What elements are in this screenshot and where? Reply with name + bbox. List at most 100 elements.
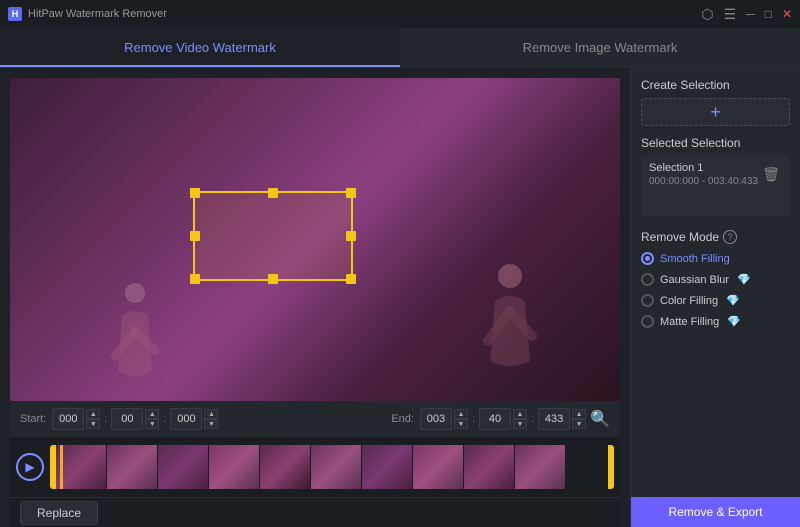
handle-top-right[interactable] xyxy=(346,188,356,198)
app-icon: H xyxy=(8,7,22,21)
end-hours-up[interactable]: ▲ xyxy=(454,409,468,419)
selection-box[interactable] xyxy=(193,191,353,281)
list-item: Selection 1 000:00:000 - 003:40:433 🗑 xyxy=(641,156,790,193)
search-button[interactable]: 🔍 xyxy=(590,409,610,429)
start-minutes[interactable] xyxy=(111,408,143,430)
end-hours[interactable] xyxy=(420,408,452,430)
play-button[interactable]: ▶ xyxy=(16,453,44,481)
create-selection-button[interactable]: + xyxy=(641,98,790,126)
mode-smooth-label: Smooth Filling xyxy=(660,253,730,265)
create-selection-section: Create Selection + xyxy=(641,78,790,126)
selection-list: Selection 1 000:00:000 - 003:40:433 🗑 xyxy=(641,156,790,216)
delete-selection-button[interactable]: 🗑 xyxy=(760,164,782,185)
bottom-bar: Replace xyxy=(10,497,620,527)
minimize-icon[interactable]: ─ xyxy=(746,7,755,21)
timeline-end-marker xyxy=(608,445,614,489)
timeline-track[interactable] xyxy=(50,445,614,489)
handle-top-mid[interactable] xyxy=(268,188,278,198)
remove-mode-section: Remove Mode ? Smooth Filling Gaussian Bl… xyxy=(641,230,790,336)
start-seconds-down[interactable]: ▼ xyxy=(204,419,218,429)
app-title: HitPaw Watermark Remover xyxy=(28,8,167,20)
video-container xyxy=(10,78,620,401)
remove-mode-title: Remove Mode ? xyxy=(641,230,790,244)
radio-matte xyxy=(641,315,654,328)
selection-item-info: Selection 1 000:00:000 - 003:40:433 xyxy=(649,162,758,187)
handle-mid-left[interactable] xyxy=(190,231,200,241)
selected-selection-section: Selected Selection Selection 1 000:00:00… xyxy=(641,136,790,216)
end-minutes-down[interactable]: ▼ xyxy=(513,419,527,429)
handle-top-left[interactable] xyxy=(190,188,200,198)
handle-bottom-right[interactable] xyxy=(346,274,356,284)
end-minutes-spin[interactable]: ▲ ▼ xyxy=(513,409,527,429)
start-hours-down[interactable]: ▼ xyxy=(86,419,100,429)
mode-color-label: Color Filling xyxy=(660,295,718,307)
replace-button[interactable]: Replace xyxy=(20,501,98,525)
end-minutes[interactable] xyxy=(479,408,511,430)
mode-smooth-filling[interactable]: Smooth Filling xyxy=(641,252,790,265)
video-background xyxy=(10,78,620,401)
menu-icon[interactable]: ☰ xyxy=(724,6,737,23)
start-minutes-up[interactable]: ▲ xyxy=(145,409,159,419)
selection-item-name: Selection 1 xyxy=(649,162,758,174)
start-seconds-spin[interactable]: ▲ ▼ xyxy=(204,409,218,429)
close-icon[interactable]: ✕ xyxy=(782,7,792,21)
start-minutes-spin[interactable]: ▲ ▼ xyxy=(145,409,159,429)
radio-smooth xyxy=(641,252,654,265)
main-content: Start: ▲ ▼ : ▲ ▼ : ▲ ▼ xyxy=(0,68,800,527)
title-bar-icons: ⬡ ☰ ─ □ ✕ xyxy=(701,6,792,23)
controls-bar: Start: ▲ ▼ : ▲ ▼ : ▲ ▼ xyxy=(10,401,620,437)
title-bar: H HitPaw Watermark Remover ⬡ ☰ ─ □ ✕ xyxy=(0,0,800,28)
help-icon[interactable]: ? xyxy=(723,230,737,244)
handle-mid-right[interactable] xyxy=(346,231,356,241)
mode-color-filling[interactable]: Color Filling 💎 xyxy=(641,294,790,307)
handle-bottom-left[interactable] xyxy=(190,274,200,284)
thumb-9 xyxy=(464,445,514,489)
start-hours[interactable] xyxy=(52,408,84,430)
video-panel: Start: ▲ ▼ : ▲ ▼ : ▲ ▼ xyxy=(0,68,630,527)
thumb-3 xyxy=(158,445,208,489)
tab-remove-video[interactable]: Remove Video Watermark xyxy=(0,28,400,67)
tab-remove-image[interactable]: Remove Image Watermark xyxy=(400,28,800,67)
figure-right xyxy=(480,261,540,381)
thumb-7 xyxy=(362,445,412,489)
end-seconds-down[interactable]: ▼ xyxy=(572,419,586,429)
start-time-group: ▲ ▼ : ▲ ▼ : ▲ ▼ xyxy=(52,408,218,430)
handle-bottom-mid[interactable] xyxy=(268,274,278,284)
end-seconds-up[interactable]: ▲ xyxy=(572,409,586,419)
maximize-icon[interactable]: □ xyxy=(765,7,772,21)
end-minutes-up[interactable]: ▲ xyxy=(513,409,527,419)
premium-icon-gaussian: 💎 xyxy=(737,273,751,286)
tab-bar: Remove Video Watermark Remove Image Wate… xyxy=(0,28,800,68)
premium-icon-color: 💎 xyxy=(726,294,740,307)
start-hours-spin[interactable]: ▲ ▼ xyxy=(86,409,100,429)
thumb-6 xyxy=(311,445,361,489)
start-minutes-down[interactable]: ▼ xyxy=(145,419,159,429)
thumb-8 xyxy=(413,445,463,489)
end-seconds[interactable] xyxy=(538,408,570,430)
start-hours-up[interactable]: ▲ xyxy=(86,409,100,419)
share-icon[interactable]: ⬡ xyxy=(701,6,713,23)
thumb-4 xyxy=(209,445,259,489)
thumb-10 xyxy=(515,445,565,489)
thumb-2 xyxy=(107,445,157,489)
thumb-1 xyxy=(56,445,106,489)
export-button[interactable]: Remove & Export xyxy=(631,497,800,527)
start-seconds-up[interactable]: ▲ xyxy=(204,409,218,419)
end-seconds-spin[interactable]: ▲ ▼ xyxy=(572,409,586,429)
timeline-area: ▶ xyxy=(10,437,620,497)
mode-matte-filling[interactable]: Matte Filling 💎 xyxy=(641,315,790,328)
mode-matte-label: Matte Filling xyxy=(660,316,719,328)
figure-left xyxy=(110,281,160,391)
start-seconds[interactable] xyxy=(170,408,202,430)
timeline-segment xyxy=(56,445,565,489)
end-hours-down[interactable]: ▼ xyxy=(454,419,468,429)
radio-gaussian xyxy=(641,273,654,286)
mode-gaussian-label: Gaussian Blur xyxy=(660,274,729,286)
mode-gaussian-blur[interactable]: Gaussian Blur 💎 xyxy=(641,273,790,286)
end-label: End: xyxy=(391,413,414,425)
thumb-5 xyxy=(260,445,310,489)
end-hours-spin[interactable]: ▲ ▼ xyxy=(454,409,468,429)
timeline-playhead[interactable] xyxy=(60,445,63,489)
selected-selection-title: Selected Selection xyxy=(641,136,790,150)
premium-icon-matte: 💎 xyxy=(727,315,741,328)
